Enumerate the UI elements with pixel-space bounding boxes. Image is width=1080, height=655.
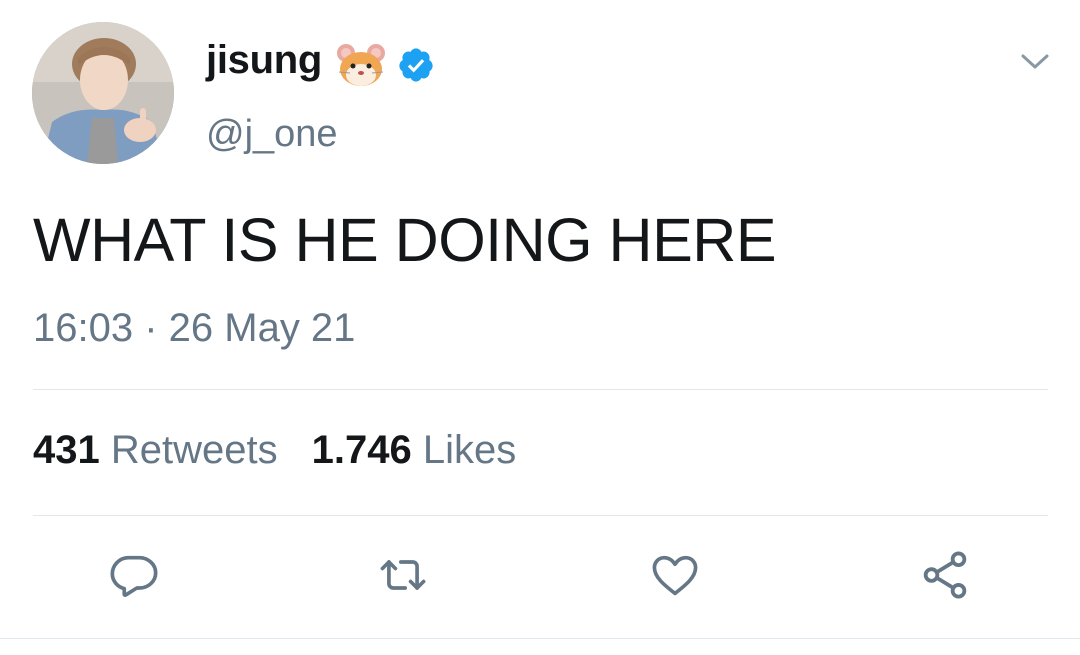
retweets-count: 431 [33, 428, 100, 472]
hamster-face-icon [336, 41, 386, 89]
share-icon [923, 551, 967, 599]
divider [33, 389, 1048, 390]
tweet-timestamp[interactable]: 16:03 · 26 May 21 [33, 306, 355, 351]
reply-button[interactable] [107, 548, 161, 602]
retweets-stat[interactable]: 431 Retweets [33, 428, 278, 472]
like-button[interactable] [648, 548, 702, 602]
likes-stat[interactable]: 1.746 Likes [312, 428, 517, 472]
retweets-label: Retweets [110, 428, 278, 472]
heart-icon [652, 555, 698, 596]
likes-label: Likes [422, 428, 517, 472]
user-handle[interactable]: @j_one [206, 113, 338, 156]
retweet-icon [380, 560, 426, 590]
reply-icon [110, 555, 158, 597]
tweet-text: WHAT IS HE DOING HERE [33, 206, 777, 274]
divider [33, 515, 1048, 516]
share-button[interactable] [918, 548, 972, 602]
verified-badge-icon [397, 46, 435, 84]
divider [0, 638, 1080, 639]
likes-count: 1.746 [311, 428, 412, 472]
display-name[interactable]: jisung [206, 38, 322, 83]
tweet-stats: 431 Retweets 1.746 Likes [33, 428, 516, 473]
chevron-down-icon[interactable] [1018, 50, 1052, 74]
retweet-button[interactable] [376, 548, 430, 602]
avatar[interactable] [32, 22, 174, 164]
